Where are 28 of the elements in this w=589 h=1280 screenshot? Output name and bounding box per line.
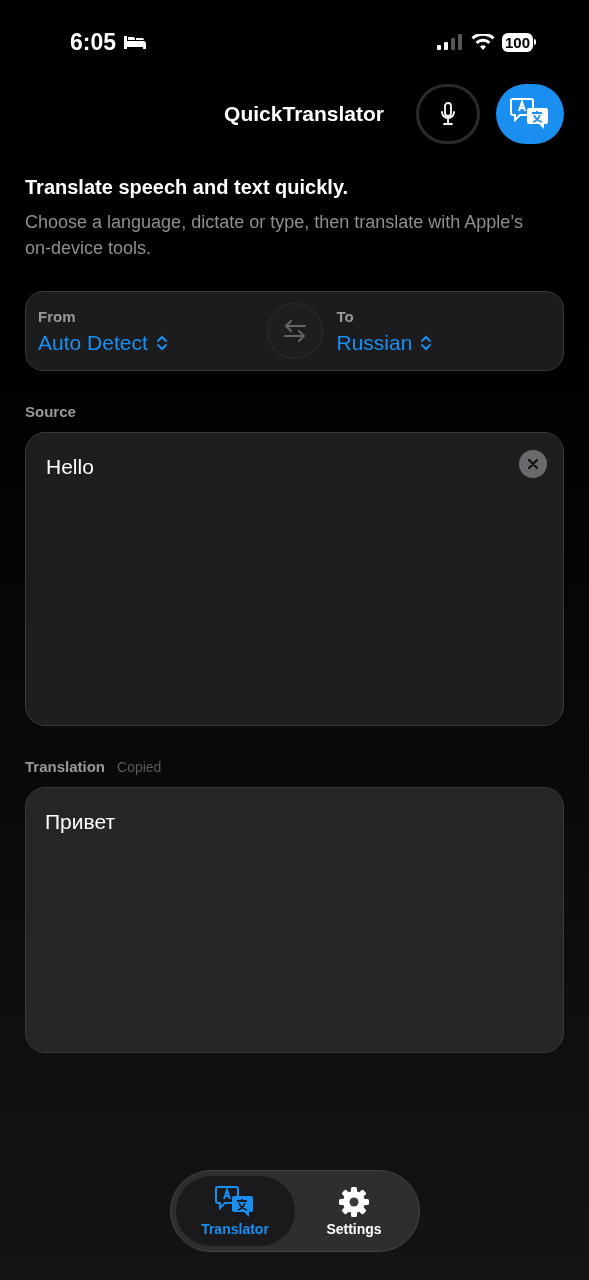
source-label: Source	[25, 403, 76, 420]
status-time: 6:05	[70, 28, 117, 56]
wifi-icon	[470, 33, 495, 51]
target-language-picker[interactable]: Russian	[336, 330, 433, 355]
app-title: QuickTranslator	[224, 102, 384, 126]
from-label: From	[38, 307, 77, 325]
close-icon	[528, 459, 538, 469]
tab[interactable]: Settings	[294, 1176, 414, 1246]
to-label: To	[336, 307, 355, 325]
copied-status: Copied	[117, 759, 162, 775]
chevron-up-down-icon	[155, 333, 168, 352]
translation-label: Translation	[25, 758, 106, 775]
chevron-up-down-icon	[420, 333, 433, 352]
bed-icon	[123, 35, 148, 49]
battery-icon: 100	[501, 32, 536, 52]
tab[interactable]: Translator	[175, 1176, 295, 1246]
gear-icon	[337, 1185, 371, 1219]
clear-button[interactable]	[519, 450, 547, 478]
speech-bubbles-icon	[510, 97, 550, 131]
source-text-field[interactable]: Hello	[25, 432, 564, 726]
signal-icon	[435, 34, 464, 50]
microphone-icon	[440, 102, 456, 126]
microphone-button[interactable]	[416, 84, 480, 144]
intro-heading: Translate speech and text quickly.	[25, 176, 350, 199]
source-language-picker[interactable]: Auto Detect	[38, 330, 168, 355]
translate-button[interactable]	[496, 84, 564, 144]
intro-text: Choose a language, dictate or type, then translate with Apple’s on-device tools.	[25, 211, 524, 260]
swap-arrows-icon	[281, 319, 308, 343]
